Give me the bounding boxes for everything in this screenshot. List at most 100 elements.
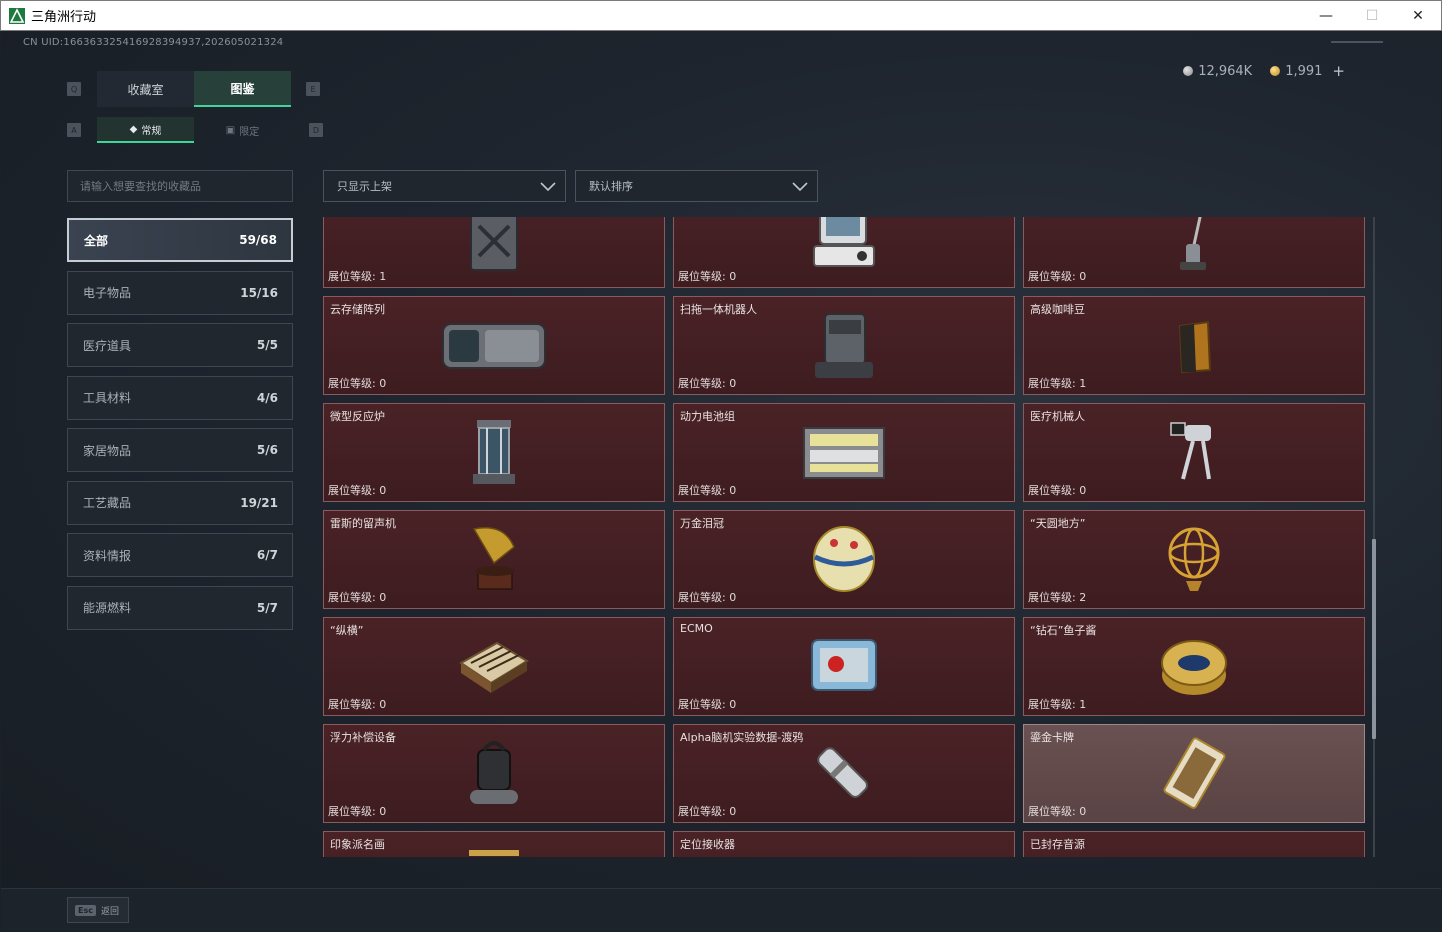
ecmo-icon bbox=[811, 638, 877, 691]
currency-bar: 12,964K 1,991 + bbox=[1183, 62, 1345, 80]
category-household[interactable]: 家居物品 5/6 bbox=[67, 428, 293, 472]
bottom-bar: Esc 返回 bbox=[1, 888, 1441, 931]
sort-dropdown[interactable]: 默认排序 bbox=[575, 170, 818, 202]
item-name: 扫拖一体机器人 bbox=[680, 303, 757, 316]
collection-card[interactable]: “钻石”鱼子酱 展位等级: 1 bbox=[1023, 617, 1365, 716]
tab-catalog[interactable]: 图鉴 bbox=[194, 71, 291, 107]
category-count: 6/7 bbox=[256, 548, 278, 562]
category-count: 15/16 bbox=[240, 285, 278, 300]
item-level: 展位等级: 0 bbox=[1028, 805, 1087, 818]
tab-collection-room[interactable]: 收藏室 bbox=[97, 71, 194, 107]
uid-label: CN UID:166363325416928394937,20260502132… bbox=[23, 37, 284, 48]
category-count: 5/6 bbox=[256, 443, 278, 457]
mop-robot-icon bbox=[815, 312, 873, 378]
category-intel[interactable]: 资料情报 6/7 bbox=[67, 533, 293, 577]
item-name: 医疗机械人 bbox=[1030, 410, 1085, 423]
category-count: 4/6 bbox=[256, 390, 278, 405]
item-name: 定位接收器 bbox=[680, 838, 735, 851]
collection-card[interactable]: 展位等级: 1 bbox=[323, 217, 665, 288]
collection-card[interactable]: 鎏金卡牌 展位等级: 0 bbox=[1023, 724, 1365, 823]
item-level: 展位等级: 1 bbox=[1028, 377, 1087, 390]
esc-key-hint: Esc bbox=[75, 904, 96, 916]
gold-coin-icon bbox=[1270, 66, 1281, 76]
collection-card[interactable]: 展位等级: 0 bbox=[673, 217, 1015, 288]
category-label: 工具材料 bbox=[83, 391, 132, 405]
item-level: 展位等级: 0 bbox=[328, 805, 387, 818]
category-count: 19/21 bbox=[240, 495, 278, 510]
armillary-sphere-icon bbox=[1168, 527, 1220, 591]
collection-card[interactable]: 定位接收器 bbox=[673, 831, 1015, 857]
item-name: 微型反应炉 bbox=[330, 410, 385, 423]
maximize-button[interactable]: ☐ bbox=[1349, 1, 1395, 30]
category-tools[interactable]: 工具材料 4/6 bbox=[67, 375, 293, 420]
regular-icon: ◆ bbox=[129, 123, 138, 135]
category-label: 家居物品 bbox=[83, 443, 132, 458]
collection-card[interactable]: Alpha脑机实验数据-渡鸦 展位等级: 0 bbox=[673, 724, 1015, 823]
search-input[interactable]: 请输入想要查找的收藏品 bbox=[67, 170, 293, 202]
reactor-icon bbox=[473, 419, 515, 484]
floor-cleaner-icon bbox=[1180, 217, 1206, 270]
collection-card[interactable]: “天圆地方” 展位等级: 2 bbox=[1023, 510, 1365, 609]
item-level: 展位等级: 0 bbox=[1028, 484, 1087, 497]
window-titlebar: 三角洲行动 — ☐ ✕ bbox=[0, 0, 1442, 31]
category-label: 工艺藏品 bbox=[83, 496, 132, 510]
gilded-card-icon bbox=[1163, 736, 1226, 809]
collection-card[interactable]: 扫拖一体机器人 展位等级: 0 bbox=[673, 296, 1015, 395]
hotkey-q: Q bbox=[67, 82, 81, 96]
tab-regular[interactable]: ◆ 常规 bbox=[97, 117, 194, 143]
collection-card[interactable]: “纵横” 展位等级: 0 bbox=[323, 617, 665, 716]
item-name: 印象派名画 bbox=[330, 838, 385, 851]
category-count: 59/68 bbox=[239, 233, 277, 247]
item-level: 展位等级: 0 bbox=[678, 698, 737, 711]
collection-card[interactable]: 高级咖啡豆 展位等级: 1 bbox=[1023, 296, 1365, 395]
collection-card[interactable]: 医疗机械人 展位等级: 0 bbox=[1023, 403, 1365, 502]
category-label: 资料情报 bbox=[83, 548, 132, 563]
item-name: “钻石”鱼子酱 bbox=[1030, 624, 1097, 637]
collection-card[interactable]: 展位等级: 0 bbox=[1023, 217, 1365, 288]
collection-card[interactable]: 浮力补偿设备 展位等级: 0 bbox=[323, 724, 665, 823]
category-all[interactable]: 全部 59/68 bbox=[67, 218, 293, 262]
scrollbar-thumb[interactable] bbox=[1372, 539, 1376, 739]
category-crafts[interactable]: 工艺藏品 19/21 bbox=[67, 480, 293, 525]
item-level: 展位等级: 0 bbox=[678, 591, 737, 604]
main-tabs: 收藏室 图鉴 bbox=[97, 71, 291, 107]
medical-device-icon bbox=[813, 217, 875, 267]
add-currency-button[interactable]: + bbox=[1332, 62, 1345, 80]
category-label: 能源燃料 bbox=[83, 601, 132, 615]
tab-limited-label: 限定 bbox=[239, 126, 260, 138]
collection-card[interactable]: 云存储阵列 展位等级: 0 bbox=[323, 296, 665, 395]
item-level: 展位等级: 0 bbox=[328, 591, 387, 604]
category-count: 5/5 bbox=[256, 338, 278, 352]
collection-card[interactable]: ECMO 展位等级: 0 bbox=[673, 617, 1015, 716]
back-button[interactable]: Esc 返回 bbox=[67, 897, 129, 923]
item-name: 鎏金卡牌 bbox=[1030, 731, 1074, 744]
close-button[interactable]: ✕ bbox=[1395, 1, 1441, 30]
shelf-filter-dropdown[interactable]: 只显示上架 bbox=[323, 170, 566, 202]
storage-array-icon bbox=[442, 322, 546, 369]
scrollbar-track[interactable] bbox=[1373, 217, 1375, 857]
item-level: 展位等级: 1 bbox=[328, 270, 387, 283]
chevron-down-icon bbox=[540, 182, 556, 192]
category-energy[interactable]: 能源燃料 5/7 bbox=[67, 585, 293, 630]
medical-robot-icon bbox=[1170, 421, 1211, 480]
category-label: 医疗道具 bbox=[83, 338, 132, 353]
collection-card[interactable]: 动力电池组 展位等级: 0 bbox=[673, 403, 1015, 502]
collection-card[interactable]: 印象派名画 bbox=[323, 831, 665, 857]
collection-card[interactable]: 已封存音源 bbox=[1023, 831, 1365, 857]
collection-grid-viewport[interactable]: 展位等级: 1 展位等级: 0 展位等级: 0 云存储阵列 展位等级: 0 扫拖… bbox=[323, 217, 1366, 857]
item-name: 浮力补偿设备 bbox=[330, 731, 396, 744]
item-level: 展位等级: 0 bbox=[328, 377, 387, 390]
app-logo-icon bbox=[9, 7, 25, 24]
collection-card[interactable]: 雷斯的留声机 展位等级: 0 bbox=[323, 510, 665, 609]
collection-card[interactable]: 微型反应炉 展位等级: 0 bbox=[323, 403, 665, 502]
category-electronics[interactable]: 电子物品 15/16 bbox=[67, 270, 293, 315]
collection-card[interactable]: 万金泪冠 展位等级: 0 bbox=[673, 510, 1015, 609]
category-medical[interactable]: 医疗道具 5/5 bbox=[67, 323, 293, 367]
minimize-button[interactable]: — bbox=[1303, 1, 1349, 30]
painting-icon bbox=[469, 850, 519, 856]
buoyancy-device-icon bbox=[470, 740, 518, 804]
gramophone-icon bbox=[472, 526, 515, 590]
tab-limited[interactable]: ▣ 限定 bbox=[194, 117, 291, 143]
item-name: 雷斯的留声机 bbox=[330, 517, 396, 530]
category-label: 电子物品 bbox=[83, 286, 132, 300]
